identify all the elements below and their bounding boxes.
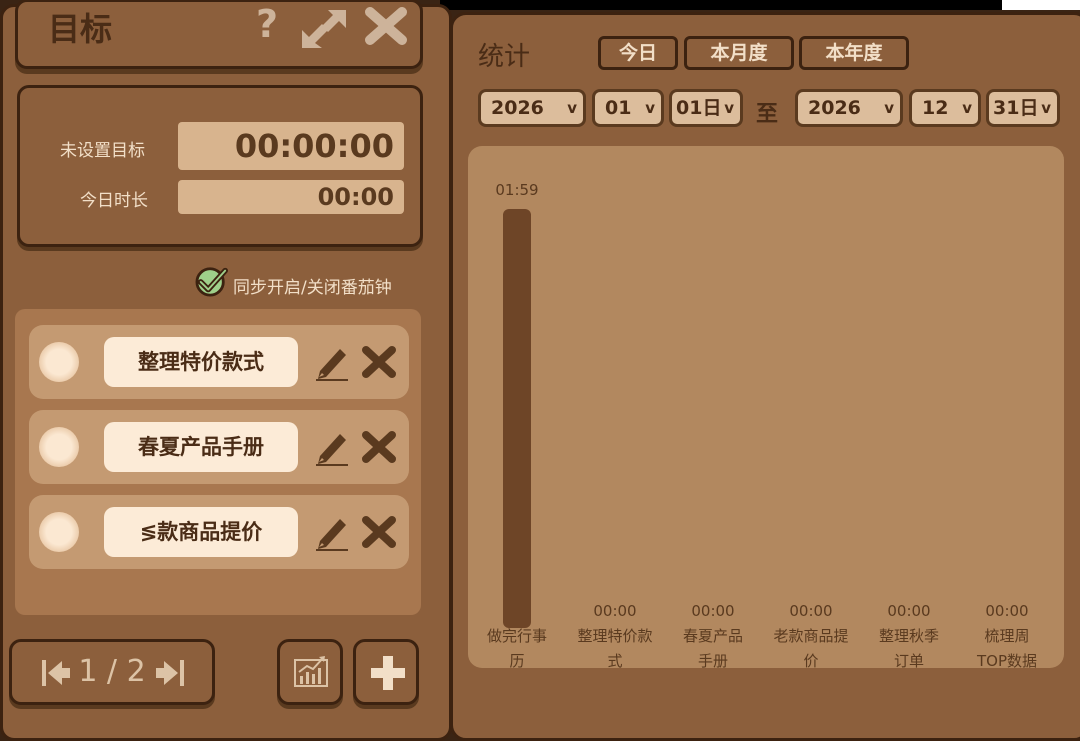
- today-label: 今日时长: [80, 191, 148, 211]
- category-label: 老款商品提价: [773, 627, 849, 670]
- range-separator: 至: [756, 102, 779, 127]
- delete-x-icon[interactable]: [361, 430, 397, 464]
- bar-value-label: 00:00: [593, 602, 637, 620]
- task-item[interactable]: ≶款商品提价: [29, 495, 409, 569]
- task-name: ≶款商品提价: [104, 507, 298, 557]
- stats-button[interactable]: [277, 639, 343, 705]
- question-icon[interactable]: ?: [256, 4, 278, 44]
- from-year-select[interactable]: 2026 v: [478, 89, 586, 127]
- to-year-select[interactable]: 2026 v: [795, 89, 903, 127]
- bar-value-label: 00:00: [789, 602, 833, 620]
- bar-value-label: 00:00: [887, 602, 931, 620]
- category-label: 春夏产品 手册: [682, 627, 743, 670]
- chevron-down-icon: v: [645, 99, 655, 117]
- task-complete-toggle[interactable]: [39, 512, 79, 552]
- goal-summary: 未设置目标 00:00:00 今日时长 00:00: [17, 85, 423, 247]
- category-label: 整理特价款式: [577, 627, 653, 670]
- bar-value-label: 00:00: [985, 602, 1029, 620]
- task-name: 春夏产品手册: [104, 422, 298, 472]
- pencil-icon[interactable]: [314, 428, 350, 466]
- chevron-down-icon: v: [724, 99, 734, 117]
- goal-label: 未设置目标: [60, 141, 145, 161]
- chevron-down-icon: v: [884, 99, 894, 117]
- tab-today[interactable]: 今日: [598, 36, 678, 70]
- delete-x-icon[interactable]: [361, 345, 397, 379]
- goal-time-field[interactable]: 00:00:00: [178, 122, 404, 170]
- category-label: 做完行事历: [486, 627, 547, 670]
- today-time-field: 00:00: [178, 180, 404, 214]
- top-strip: [440, 0, 1080, 10]
- pencil-icon[interactable]: [314, 343, 350, 381]
- category-label: 梳理周 TOP数据: [976, 627, 1037, 670]
- category-label: 整理秋季 订单: [878, 627, 939, 670]
- to-month-select[interactable]: 12 v: [909, 89, 981, 127]
- chevron-down-icon: v: [1041, 99, 1051, 117]
- close-x-icon[interactable]: [364, 6, 408, 46]
- from-day-select[interactable]: 01日 v: [669, 89, 743, 127]
- chevron-down-icon: v: [567, 99, 577, 117]
- sync-checkbox[interactable]: [193, 265, 231, 297]
- goal-panel: 目标 ? 未设置目标 00:00:00 今日时长 00:00 同步开启/关闭番茄…: [0, 0, 452, 741]
- bar-value-label: 00:00: [691, 602, 735, 620]
- chevron-down-icon: v: [962, 99, 972, 117]
- panel-title: 目标: [48, 10, 113, 48]
- chart-icon: [294, 656, 328, 687]
- expand-arrows-icon[interactable]: [300, 8, 348, 50]
- stats-title: 统计: [478, 42, 531, 72]
- task-item[interactable]: 春夏产品手册: [29, 410, 409, 484]
- to-day-select[interactable]: 31日 v: [986, 89, 1060, 127]
- plus-icon: [371, 656, 405, 690]
- task-complete-toggle[interactable]: [39, 427, 79, 467]
- goal-title-bar: 目标 ?: [15, 0, 423, 69]
- task-list: 整理特价款式 春夏产品手册 ≶款商品提价: [15, 309, 421, 615]
- task-item[interactable]: 整理特价款式: [29, 325, 409, 399]
- sync-label[interactable]: 同步开启/关闭番茄钟: [233, 273, 392, 298]
- tab-year[interactable]: 本年度: [799, 36, 909, 70]
- bar-value-label: 01:59: [495, 181, 539, 200]
- pencil-icon[interactable]: [314, 513, 350, 551]
- delete-x-icon[interactable]: [361, 515, 397, 549]
- tab-month[interactable]: 本月度: [684, 36, 794, 70]
- pager: 1 / 2: [9, 639, 215, 705]
- task-complete-toggle[interactable]: [39, 342, 79, 382]
- stats-chart: 01:59 做完行事历 00:00 整理特价款式 00:00 春夏产品 手册 00:00 老款商…: [468, 146, 1064, 670]
- add-button[interactable]: [353, 639, 419, 705]
- task-name: 整理特价款式: [104, 337, 298, 387]
- from-month-select[interactable]: 01 v: [592, 89, 664, 127]
- chart-bar: [503, 209, 531, 628]
- last-page-arrow-icon[interactable]: [154, 658, 186, 688]
